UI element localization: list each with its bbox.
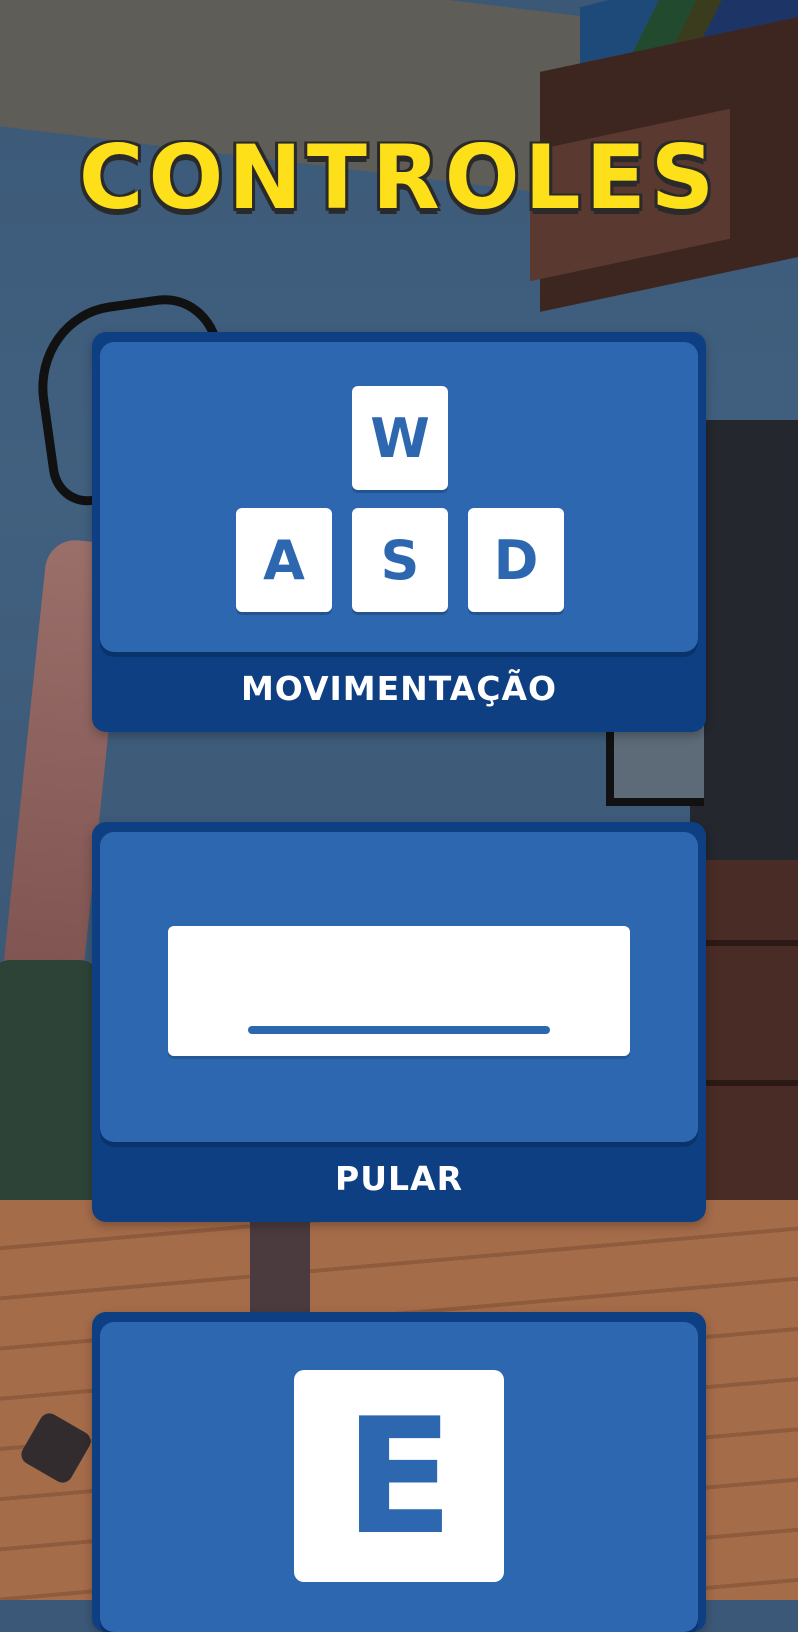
spacebar-line	[248, 1026, 550, 1034]
dark-doorway	[690, 420, 798, 880]
control-label-movement: MOVIMENTAÇÃO	[240, 669, 558, 708]
key-d: D	[468, 508, 564, 612]
key-e: E	[294, 1370, 504, 1582]
spacebar-icon	[168, 926, 630, 1056]
page-title: CONTROLES	[78, 126, 720, 229]
control-card-key-panel	[100, 832, 698, 1142]
key-w: W	[352, 386, 448, 490]
dresser-drawer-line	[700, 940, 798, 946]
control-card-jump: PULAR	[92, 822, 706, 1222]
control-label-jump: PULAR	[335, 1159, 463, 1198]
control-card-movement: W A S D MOVIMENTAÇÃO	[92, 332, 706, 732]
key-s: S	[352, 508, 448, 612]
control-card-interact: E	[92, 1312, 706, 1632]
key-a: A	[236, 508, 332, 612]
chair-base	[250, 1210, 310, 1320]
control-card-key-panel: W A S D	[100, 342, 698, 652]
dresser-drawer-line	[700, 1080, 798, 1086]
control-card-key-panel: E	[100, 1322, 698, 1632]
